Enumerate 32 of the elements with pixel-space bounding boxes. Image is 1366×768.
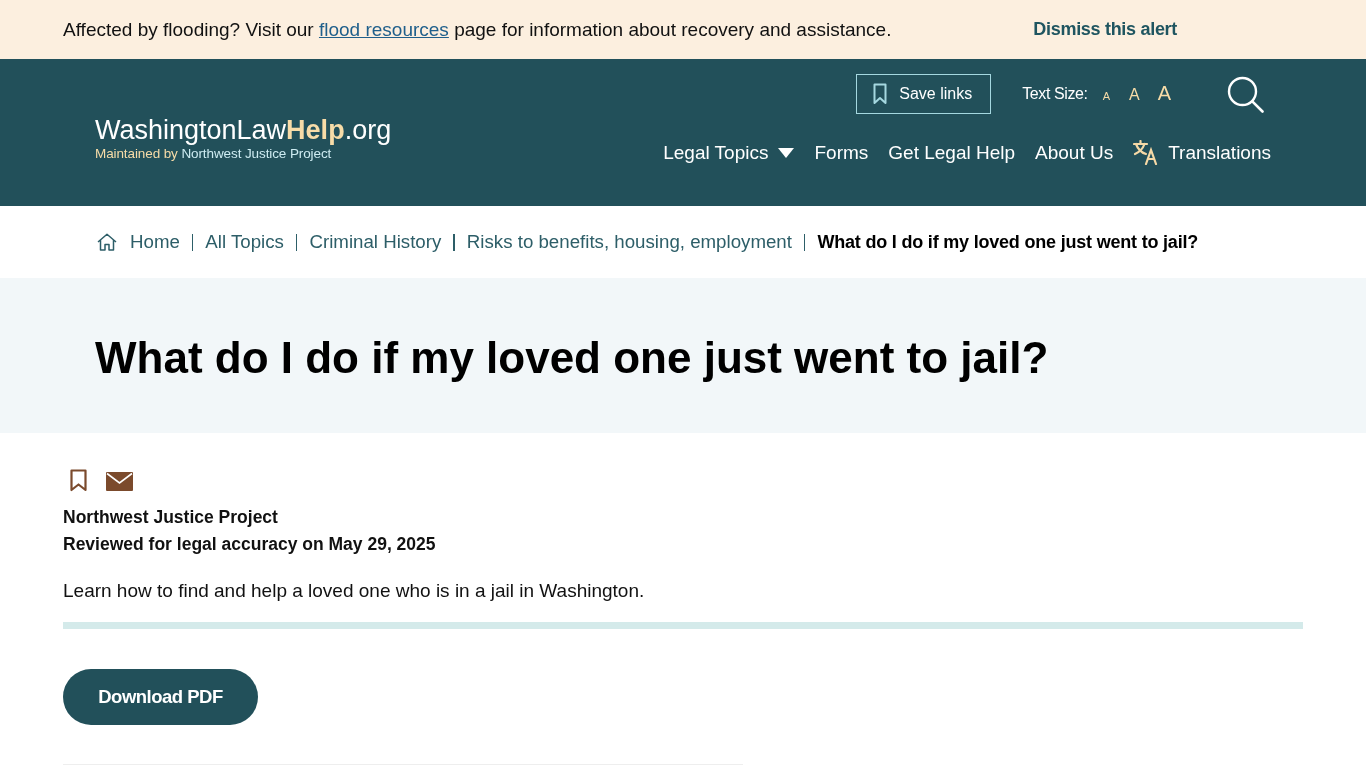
- nav-dropdown[interactable]: Legal Topics: [663, 140, 795, 165]
- bookmark-icon[interactable]: [70, 468, 87, 492]
- breadcrumb-current: What do I do if my loved one just went to jail?: [817, 231, 1199, 253]
- breadcrumb-link[interactable]: Criminal History: [309, 231, 442, 253]
- caret-icon: [778, 147, 795, 158]
- review-date: Reviewed for legal accuracy on May 29, 2025: [63, 533, 437, 556]
- search-icon[interactable]: [1227, 75, 1264, 113]
- author-name: Northwest Justice Project: [63, 506, 279, 529]
- breadcrumb-link[interactable]: Risks to benefits, housing, employment: [466, 231, 792, 253]
- nav-link[interactable]: Translations: [1133, 140, 1271, 165]
- bookmark-icon: [873, 83, 888, 105]
- text-size-option[interactable]: A: [1102, 91, 1110, 102]
- save-links-button[interactable]: Save links: [856, 74, 992, 114]
- flood-resources-link[interactable]: flood resources: [318, 18, 449, 40]
- breadcrumb-link[interactable]: Home: [130, 231, 180, 253]
- site-tagline: Maintained by Northwest Justice Project: [95, 146, 333, 162]
- site-logo[interactable]: WashingtonLawHelp.org: [95, 115, 392, 145]
- mail-icon[interactable]: [106, 471, 133, 491]
- download-pdf-button[interactable]: Download PDF: [63, 669, 258, 725]
- article-summary: Learn how to find and help a loved one who is in a jail in Washington.: [63, 579, 646, 603]
- text-size-option[interactable]: A: [1129, 87, 1140, 103]
- dismiss-alert-button[interactable]: Dismiss this alert: [1033, 19, 1177, 40]
- home-icon: [97, 233, 117, 251]
- nav-link[interactable]: About Us: [1035, 140, 1114, 165]
- text-size-label: Text Size:: [1022, 85, 1088, 103]
- page-title: What do I do if my loved one just went to jail?: [95, 331, 1049, 383]
- text-size-option[interactable]: A: [1157, 83, 1171, 103]
- breadcrumb-link[interactable]: All Topics: [205, 231, 284, 253]
- nav-link[interactable]: Get Legal Help: [888, 140, 1016, 165]
- translate-icon: [1133, 140, 1160, 165]
- nav-link[interactable]: Forms: [814, 140, 869, 165]
- alert-message: Affected by flooding? Visit our flood resources page for information about recovery and assistance.: [63, 18, 892, 41]
